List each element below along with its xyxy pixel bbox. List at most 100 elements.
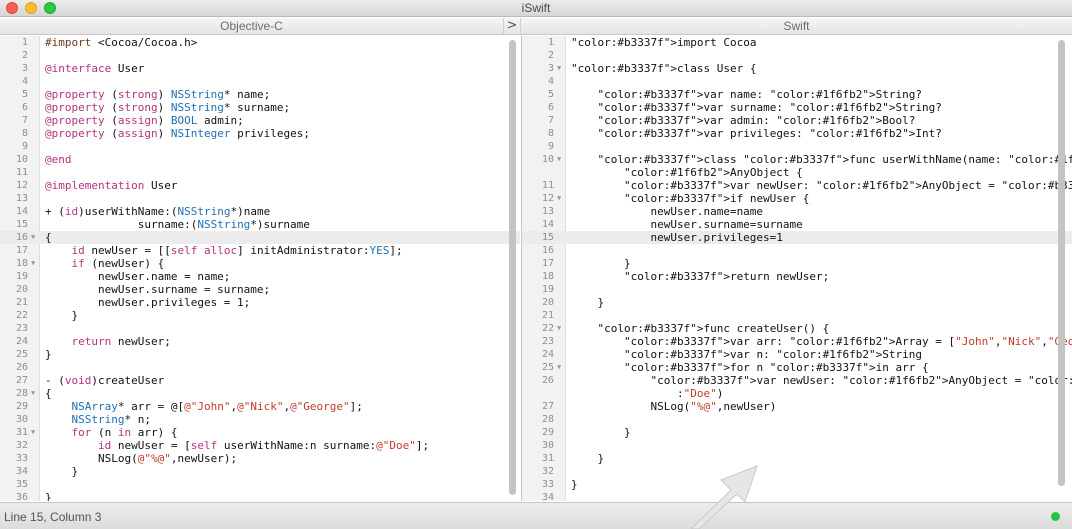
swift-code-line[interactable]: 3 ▼ "color:#b3337f">class User { (522, 62, 1072, 75)
objc-code-line[interactable]: 13 (0, 192, 520, 205)
objc-code-line[interactable]: 1 #import <Cocoa/Cocoa.h> (0, 36, 520, 49)
swift-code-line[interactable]: 4 (522, 75, 1072, 88)
swift-code-line[interactable]: 23 "color:#b3337f">var arr: "color:#1f6f… (522, 335, 1072, 348)
objc-code-line[interactable]: 12 @implementation User (0, 179, 520, 192)
swift-line-number: 5 (547, 89, 554, 100)
objc-editor[interactable]: 1 #import <Cocoa/Cocoa.h> 2 3 @interface Use… (0, 36, 520, 501)
swift-scrollbar[interactable] (1058, 40, 1065, 486)
swift-code-line[interactable]: 6 "color:#b3337f">var surname: "color:#1… (522, 101, 1072, 114)
swift-code-line[interactable]: "color:#1f6fb2">AnyObject { (522, 166, 1072, 179)
objc-code-text: } (45, 309, 79, 322)
objc-code-line[interactable]: 18 ▼ if (newUser) { (0, 257, 520, 270)
objc-code-line[interactable]: 3 @interface User (0, 62, 520, 75)
objc-scrollbar[interactable] (509, 40, 516, 495)
objc-code-lines[interactable]: 1 #import <Cocoa/Cocoa.h> 2 3 @interface Use… (0, 36, 520, 501)
swift-code-line[interactable]: :"Doe") (522, 387, 1072, 400)
objc-code-line[interactable]: 15 surname:(NSString*)surname (0, 218, 520, 231)
objc-line-number: 36 (15, 492, 28, 501)
swift-code-line[interactable]: 22 ▼ "color:#b3337f">func createUser() { (522, 322, 1072, 335)
objc-code-line[interactable]: 7 @property (assign) BOOL admin; (0, 114, 520, 127)
fold-arrow-icon[interactable]: ▼ (31, 231, 35, 244)
swift-code-line[interactable]: 19 (522, 283, 1072, 296)
swift-code-line[interactable]: 7 "color:#b3337f">var admin: "color:#1f6… (522, 114, 1072, 127)
swift-code-line[interactable]: 25 ▼ "color:#b3337f">for n "color:#b3337f… (522, 361, 1072, 374)
objc-code-line[interactable]: 34 } (0, 465, 520, 478)
objc-code-line[interactable]: 29 NSArray* arr = @[@"John",@"Nick",@"Ge… (0, 400, 520, 413)
objc-code-line[interactable]: 11 (0, 166, 520, 179)
swift-code-line[interactable]: 5 "color:#b3337f">var name: "color:#1f6f… (522, 88, 1072, 101)
fold-arrow-icon[interactable]: ▼ (557, 62, 561, 75)
fold-arrow-icon[interactable]: ▼ (557, 192, 561, 205)
swift-code-line[interactable]: 28 (522, 413, 1072, 426)
swift-code-lines[interactable]: 1 "color:#b3337f">import Cocoa 2 3 ▼ "color:#… (522, 36, 1072, 501)
swift-code-text: "color:#b3337f">var surname: "color:#1f6… (597, 101, 942, 114)
swift-line-number: 20 (541, 297, 554, 308)
objc-code-line[interactable]: 31 ▼ for (n in arr) { (0, 426, 520, 439)
fold-arrow-icon[interactable]: ▼ (557, 361, 561, 374)
swift-code-line[interactable]: 20 } (522, 296, 1072, 309)
swift-code-line[interactable]: 18 "color:#b3337f">return newUser; (522, 270, 1072, 283)
swift-code-line[interactable]: 24 "color:#b3337f">var n: "color:#1f6fb2… (522, 348, 1072, 361)
convert-button[interactable]: > (503, 18, 521, 35)
swift-code-line[interactable]: 17 } (522, 257, 1072, 270)
swift-editor[interactable]: 1 "color:#b3337f">import Cocoa 2 3 ▼ "color:#… (521, 36, 1072, 501)
objc-code-line[interactable]: 26 (0, 361, 520, 374)
objc-code-line[interactable]: 24 return newUser; (0, 335, 520, 348)
swift-line-number: 23 (541, 336, 554, 347)
swift-code-line[interactable]: 9 (522, 140, 1072, 153)
objc-line-number: 17 (15, 245, 28, 256)
objc-code-text: { (45, 231, 52, 244)
objc-code-line[interactable]: 22 } (0, 309, 520, 322)
swift-code-line[interactable]: 1 "color:#b3337f">import Cocoa (522, 36, 1072, 49)
swift-code-line[interactable]: 32 (522, 465, 1072, 478)
swift-code-line[interactable]: 14 newUser.surname=surname (522, 218, 1072, 231)
swift-code-line[interactable]: 29 } (522, 426, 1072, 439)
swift-code-line[interactable]: 30 (522, 439, 1072, 452)
objc-line-number: 32 (15, 440, 28, 451)
objc-code-line[interactable]: 19 newUser.name = name; (0, 270, 520, 283)
objc-code-text: @property (strong) NSString* name; (45, 88, 271, 101)
objc-code-line[interactable]: 10 @end (0, 153, 520, 166)
objc-code-line[interactable]: 14 + (id)userWithName:(NSString*)name (0, 205, 520, 218)
swift-code-line[interactable]: 31 } (522, 452, 1072, 465)
objc-code-line[interactable]: 4 (0, 75, 520, 88)
objc-code-line[interactable]: 2 (0, 49, 520, 62)
objc-code-line[interactable]: 25} (0, 348, 520, 361)
fold-arrow-icon[interactable]: ▼ (31, 387, 35, 400)
objc-code-line[interactable]: 21 newUser.privileges = 1; (0, 296, 520, 309)
fold-arrow-icon[interactable]: ▼ (31, 257, 35, 270)
objc-code-line[interactable]: 36} (0, 491, 520, 501)
objc-code-line[interactable]: 33 NSLog(@"%@",newUser); (0, 452, 520, 465)
swift-code-line[interactable]: 21 (522, 309, 1072, 322)
objc-code-line[interactable]: 20 newUser.surname = surname; (0, 283, 520, 296)
swift-code-line[interactable]: 27 NSLog("%@",newUser) (522, 400, 1072, 413)
objc-code-line[interactable]: 5 @property (strong) NSString* name; (0, 88, 520, 101)
objc-code-line[interactable]: 17 id newUser = [[self alloc] initAdmini… (0, 244, 520, 257)
swift-code-line[interactable]: 2 (522, 49, 1072, 62)
objc-code-line[interactable]: 23 (0, 322, 520, 335)
swift-code-line[interactable]: 12 ▼ "color:#b3337f">if newUser { (522, 192, 1072, 205)
swift-code-line[interactable]: 11 "color:#b3337f">var newUser: "color:#… (522, 179, 1072, 192)
swift-code-line[interactable]: 8 "color:#b3337f">var privileges: "color… (522, 127, 1072, 140)
fold-arrow-icon[interactable]: ▼ (557, 153, 561, 166)
objc-code-line[interactable]: 16 ▼ { (0, 231, 520, 244)
swift-code-line[interactable]: 16 (522, 244, 1072, 257)
objc-code-line[interactable]: 30 NSString* n; (0, 413, 520, 426)
objc-code-text: return newUser; (71, 335, 171, 348)
objc-code-line[interactable]: 27 - (void)createUser (0, 374, 520, 387)
objc-code-line[interactable]: 28 ▼ { (0, 387, 520, 400)
fold-arrow-icon[interactable]: ▼ (557, 322, 561, 335)
objc-code-line[interactable]: 35 (0, 478, 520, 491)
swift-code-line[interactable]: 26 "color:#b3337f">var newUser: "color:#… (522, 374, 1072, 387)
objc-code-line[interactable]: 32 id newUser = [self userWithName:n sur… (0, 439, 520, 452)
objc-code-line[interactable]: 6 @property (strong) NSString* surname; (0, 101, 520, 114)
swift-code-line[interactable]: 33} (522, 478, 1072, 491)
objc-code-line[interactable]: 8 @property (assign) NSInteger privileges… (0, 127, 520, 140)
swift-code-line[interactable]: 34 (522, 491, 1072, 501)
fold-arrow-icon[interactable]: ▼ (31, 426, 35, 439)
swift-code-line[interactable]: 13 newUser.name=name (522, 205, 1072, 218)
swift-code-line[interactable]: 15 newUser.privileges=1 (522, 231, 1072, 244)
swift-code-line[interactable]: 10 ▼ "color:#b3337f">class "color:#b3337f… (522, 153, 1072, 166)
objc-code-line[interactable]: 9 (0, 140, 520, 153)
swift-code-text: } (571, 296, 605, 309)
